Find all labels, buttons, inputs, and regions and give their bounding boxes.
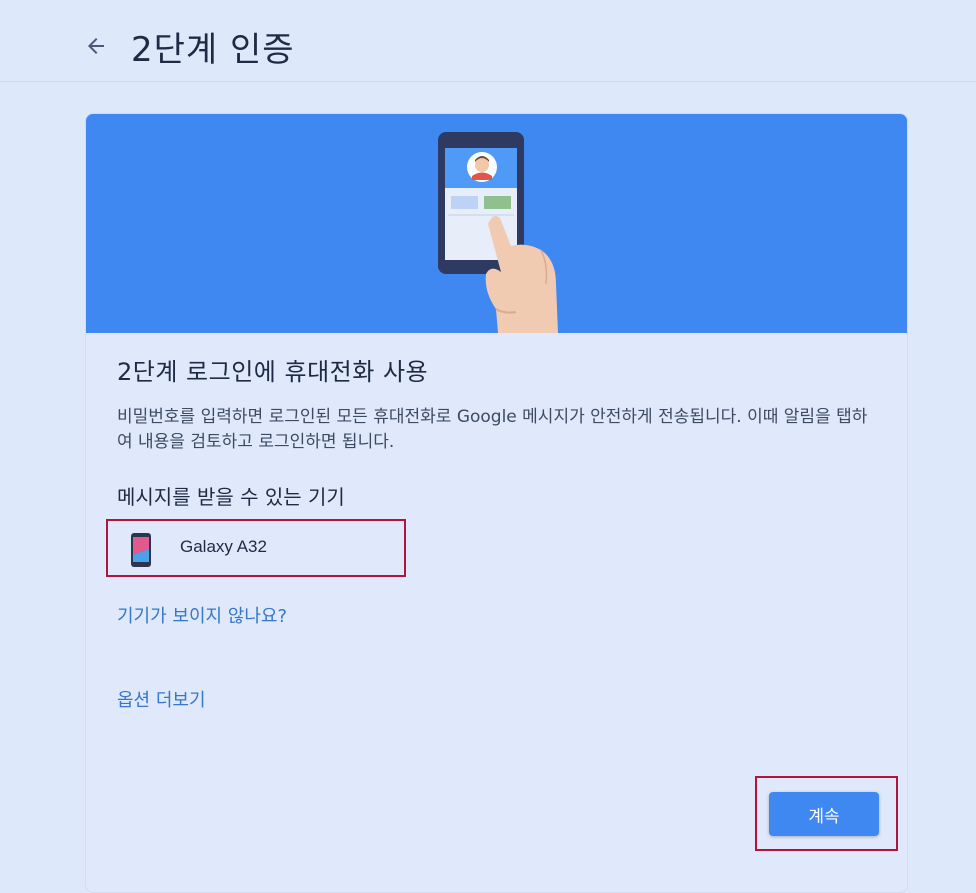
phone-prompt-card: 2단계 로그인에 휴대전화 사용 비밀번호를 입력하면 로그인된 모든 휴대전화… (85, 113, 908, 893)
phone-tap-illustration (438, 132, 558, 333)
hero-banner (86, 114, 907, 333)
card-description: 비밀번호를 입력하면 로그인된 모든 휴대전화로 Google 메시지가 안전하… (117, 407, 868, 452)
device-item-galaxy-a32[interactable]: Galaxy A32 (106, 519, 406, 577)
device-missing-link[interactable]: 기기가 보이지 않나요? (117, 602, 287, 628)
top-bar: 2단계 인증 (0, 0, 976, 82)
arrow-back-icon (88, 38, 104, 54)
device-name: Galaxy A32 (180, 537, 267, 556)
more-options-link[interactable]: 옵션 더보기 (117, 686, 206, 712)
back-button[interactable] (80, 30, 112, 62)
devices-heading: 메시지를 받을 수 있는 기기 (117, 485, 345, 509)
continue-highlight: 계속 (755, 776, 898, 851)
card-heading: 2단계 로그인에 휴대전화 사용 (117, 358, 429, 386)
page-title: 2단계 인증 (131, 30, 295, 70)
continue-button[interactable]: 계속 (769, 792, 879, 836)
phone-icon (131, 533, 151, 567)
